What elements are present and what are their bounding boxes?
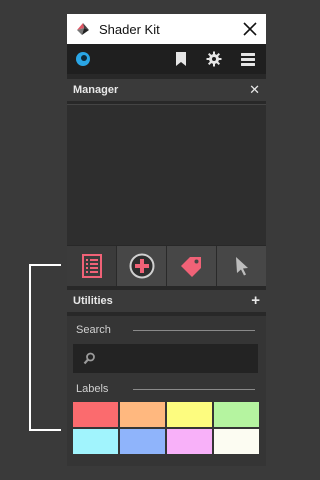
shader-kit-panel: Shader Kit Manager ✕ Utilities + Search … bbox=[67, 14, 266, 466]
window-title: Shader Kit bbox=[99, 22, 160, 37]
tab-bar bbox=[67, 246, 266, 286]
label-swatch-blue[interactable] bbox=[120, 429, 165, 454]
search-divider bbox=[133, 330, 255, 331]
label-swatches bbox=[73, 402, 259, 455]
tag-icon bbox=[180, 257, 201, 277]
label-swatch-white[interactable] bbox=[214, 429, 259, 454]
manager-header: Manager ✕ bbox=[67, 79, 266, 101]
label-swatch-green[interactable] bbox=[214, 402, 259, 427]
search-input[interactable] bbox=[73, 344, 258, 373]
label-swatch-yellow[interactable] bbox=[167, 402, 212, 427]
manager-content bbox=[67, 104, 266, 245]
gear-icon[interactable] bbox=[206, 51, 222, 67]
add-circle-icon bbox=[129, 253, 154, 279]
labels-label: Labels bbox=[76, 383, 109, 395]
tab-add[interactable] bbox=[117, 246, 167, 286]
manager-close-button[interactable]: ✕ bbox=[249, 82, 260, 98]
utilities-add-button[interactable]: + bbox=[251, 292, 260, 309]
label-swatch-cyan[interactable] bbox=[73, 429, 118, 454]
stack-icon[interactable] bbox=[240, 51, 256, 67]
label-swatch-pink[interactable] bbox=[167, 429, 212, 454]
toolbar bbox=[67, 44, 266, 74]
cursor-icon bbox=[235, 257, 248, 276]
app-logo-icon bbox=[77, 23, 89, 35]
label-swatch-orange[interactable] bbox=[120, 402, 165, 427]
label-swatch-red[interactable] bbox=[73, 402, 118, 427]
close-icon[interactable] bbox=[240, 19, 260, 39]
list-icon bbox=[81, 254, 102, 278]
bookmark-icon[interactable] bbox=[173, 51, 189, 67]
manager-title: Manager bbox=[73, 84, 119, 96]
utilities-title: Utilities bbox=[73, 295, 113, 307]
bracket-guide bbox=[29, 264, 61, 431]
title-bar: Shader Kit bbox=[67, 14, 266, 44]
tab-tags[interactable] bbox=[167, 246, 217, 286]
logo-dot-icon[interactable] bbox=[75, 51, 91, 67]
search-icon bbox=[83, 352, 95, 365]
labels-divider bbox=[133, 389, 255, 390]
utilities-header: Utilities + bbox=[67, 290, 266, 312]
search-label: Search bbox=[76, 324, 111, 336]
tab-list[interactable] bbox=[67, 246, 117, 286]
tab-select[interactable] bbox=[217, 246, 266, 286]
